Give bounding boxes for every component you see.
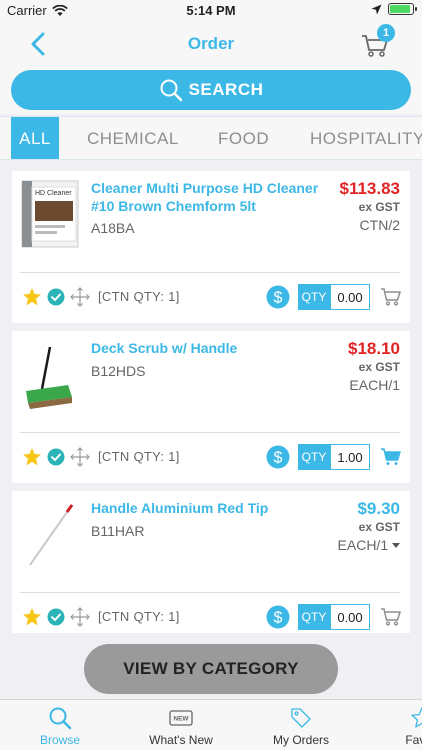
tab-all[interactable]: ALL	[11, 117, 59, 159]
quantity-input[interactable]	[330, 284, 370, 310]
ctn-qty-label: [CTN QTY: 1]	[98, 449, 180, 464]
product-name[interactable]: Cleaner Multi Purpose HD Cleaner #10 Bro…	[91, 179, 331, 215]
product-actions: [CTN QTY: 1] $ QTY	[12, 593, 410, 643]
move-arrows-icon[interactable]	[70, 287, 90, 307]
quantity-input[interactable]	[330, 604, 370, 630]
tab-label: Browse	[39, 733, 80, 747]
qty-label: QTY	[298, 604, 330, 630]
star-icon	[411, 707, 422, 728]
tab-label: What's New	[149, 733, 213, 747]
dollar-circle-icon[interactable]: $	[266, 285, 290, 309]
product-code: A18BA	[91, 220, 135, 236]
price-gst-note: ex GST	[358, 200, 400, 214]
check-circle-icon[interactable]	[47, 288, 65, 306]
view-by-category-button[interactable]: VIEW BY CATEGORY	[84, 644, 338, 694]
svg-text:$: $	[274, 610, 283, 627]
product-name[interactable]: Deck Scrub w/ Handle	[91, 339, 331, 357]
caret-down-icon	[392, 543, 400, 549]
navigation-bar: Order 1	[0, 22, 422, 66]
unit-of-measure: CTN/2	[359, 217, 400, 233]
move-arrows-icon[interactable]	[70, 607, 90, 627]
check-circle-icon[interactable]	[47, 448, 65, 466]
quantity-input[interactable]	[330, 444, 370, 470]
tab-food[interactable]: FOOD	[218, 117, 269, 159]
price-gst-note: ex GST	[358, 360, 400, 374]
tab-hospitality[interactable]: HOSPITALITY	[310, 117, 422, 159]
cart-count-badge: 1	[377, 24, 395, 42]
new-tag-icon: NEW	[169, 710, 193, 726]
add-to-cart-icon[interactable]	[380, 606, 402, 626]
search-icon	[160, 79, 182, 102]
product-thumbnail	[29, 504, 74, 566]
product-actions: [CTN QTY: 1] $ QTY	[12, 273, 410, 323]
battery-level	[390, 5, 410, 13]
product-code: B11HAR	[91, 523, 145, 539]
product-card[interactable]: Handle Aluminium Red Tip B11HAR $9.30 ex…	[12, 491, 410, 633]
product-price: $18.10	[348, 339, 400, 358]
unit-of-measure-dropdown[interactable]: EACH/1	[338, 537, 400, 553]
tab-chemical[interactable]: CHEMICAL	[87, 117, 179, 159]
price-gst-note: ex GST	[358, 520, 400, 534]
product-price: $9.30	[357, 499, 400, 518]
product-thumbnail: HD Cleaner	[21, 180, 79, 248]
product-thumbnail	[26, 346, 72, 409]
product-actions: [CTN QTY: 1] $ QTY	[12, 433, 410, 483]
favourite-star-icon[interactable]	[22, 287, 42, 307]
search-area: SEARCH	[0, 66, 422, 114]
status-bar: Carrier 5:14 PM	[0, 0, 422, 22]
qty-label: QTY	[298, 284, 330, 310]
product-name[interactable]: Handle Aluminium Red Tip	[91, 499, 331, 517]
unit-of-measure: EACH/1	[349, 377, 400, 393]
product-code: B12HDS	[91, 363, 146, 379]
tag-icon	[291, 708, 311, 728]
svg-text:$: $	[274, 450, 283, 467]
check-circle-icon[interactable]	[47, 608, 65, 626]
quantity-group: QTY	[298, 284, 370, 310]
battery-icon	[388, 3, 417, 15]
favourite-star-icon[interactable]	[22, 607, 42, 627]
favourite-star-icon[interactable]	[22, 447, 42, 467]
quantity-group: QTY	[298, 444, 370, 470]
clock: 5:14 PM	[186, 3, 236, 18]
category-tabs: ALL CHEMICAL FOOD HOSPITALITY	[0, 116, 422, 160]
svg-text:$: $	[274, 290, 283, 307]
page-title: Order	[187, 34, 235, 53]
tab-whats-new[interactable]: NEW What's New	[131, 700, 231, 750]
ctn-qty-label: [CTN QTY: 1]	[98, 609, 180, 624]
add-to-cart-icon[interactable]	[380, 286, 402, 306]
unit-of-measure: EACH/1	[337, 537, 389, 553]
ctn-qty-label: [CTN QTY: 1]	[98, 289, 180, 304]
search-label: SEARCH	[188, 80, 264, 99]
location-arrow-icon	[371, 4, 382, 14]
qty-label: QTY	[298, 444, 330, 470]
tab-favourites[interactable]: Favou	[372, 700, 422, 750]
product-card[interactable]: Deck Scrub w/ Handle B12HDS $18.10 ex GS…	[12, 331, 410, 483]
thumbnail-label: HD Cleaner	[35, 190, 72, 197]
dollar-circle-icon[interactable]: $	[266, 445, 290, 469]
product-price: $113.83	[339, 179, 400, 198]
tab-bar: Browse NEW What's New My Orders Favou	[0, 699, 422, 750]
dollar-circle-icon[interactable]: $	[266, 605, 290, 629]
search-icon	[49, 707, 72, 730]
new-tag-text: NEW	[173, 716, 189, 723]
tab-label: My Orders	[272, 733, 329, 747]
search-button[interactable]: SEARCH	[11, 70, 411, 110]
tab-browse[interactable]: Browse	[10, 700, 110, 750]
move-arrows-icon[interactable]	[70, 447, 90, 467]
tab-label: Favou	[405, 733, 422, 747]
tab-my-orders[interactable]: My Orders	[251, 700, 351, 750]
add-to-cart-icon[interactable]	[380, 446, 402, 466]
product-card[interactable]: HD Cleaner Cleaner Multi Purpose HD Clea…	[12, 171, 410, 323]
quantity-group: QTY	[298, 604, 370, 630]
